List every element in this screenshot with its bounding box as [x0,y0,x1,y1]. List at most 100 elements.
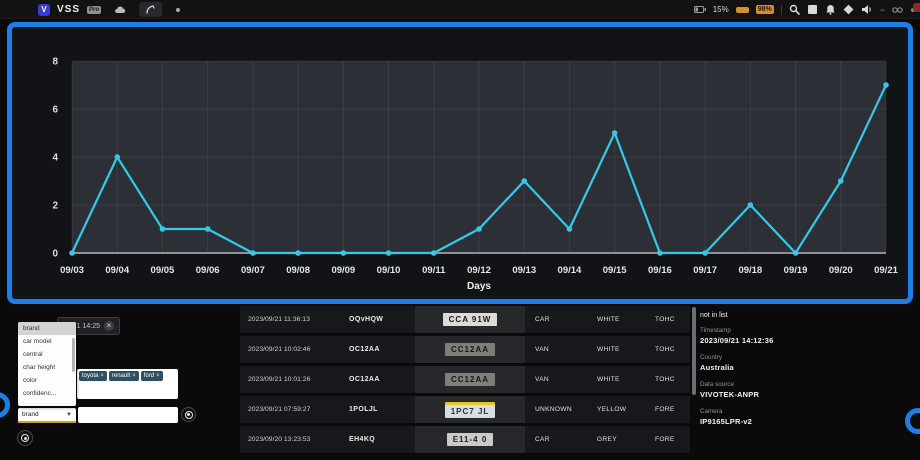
detail-value: Australia [700,363,900,372]
chart-highlight-frame: 0246809/0309/0409/0509/0609/0709/0809/09… [7,22,913,304]
layout-button[interactable] [807,4,818,15]
minimize-button[interactable]: − [880,5,885,15]
event-code: FORE [645,436,690,443]
add-filter-button[interactable] [181,407,196,422]
audio-button[interactable] [861,4,873,15]
cpu-usage-value: 15% [713,5,729,14]
table-row[interactable]: 2023/09/21 11:36:13OQvHQW CCA 91W CARWHITE… [240,306,690,333]
tag-label: ford [144,373,154,379]
brand-tag[interactable]: ford× [141,371,163,381]
tag-close-icon[interactable]: × [156,373,160,379]
brand-tag[interactable]: toyota× [79,371,107,381]
table-row[interactable]: 2023/09/20 13:23:53EH4KQE11-4 0CARGREYFO… [240,426,690,453]
table-row[interactable]: 2023/09/21 10:02:46OC12AACC12AAVANWHITET… [240,336,690,363]
dropdown-option[interactable]: confidenc... [18,387,76,400]
more-dot-button[interactable] [169,2,187,17]
grid-icon [807,4,818,15]
link-button[interactable] [892,6,903,14]
plate-id: OC12AA [335,346,415,353]
plate-thumbnail-cell[interactable]: E11-4 0 [415,426,525,453]
svg-text:6: 6 [52,105,58,116]
table-row[interactable]: 2023/09/21 10:01:26OC12AACC12AAVANWHITET… [240,366,690,393]
dot-icon [175,7,181,13]
plate-thumbnail-cell[interactable]: CCA 91W [415,306,525,333]
svg-text:09/19: 09/19 [784,265,808,276]
svg-text:09/11: 09/11 [422,265,446,276]
detail-value: VIVOTEK-ANPR [700,390,900,399]
detail-field: Data source VIVOTEK-ANPR [700,381,900,399]
svg-text:09/10: 09/10 [377,265,401,276]
vehicle-type: VAN [525,346,587,353]
plate-id: OQvHQW [335,316,415,323]
svg-text:4: 4 [52,153,58,164]
plate-thumbnail: CCA 91W [443,313,498,326]
tag-close-icon[interactable]: × [132,373,136,379]
record-indicator [913,3,920,12]
dropdown-option[interactable]: char height [18,361,76,374]
status-text: not in list [700,312,900,319]
brand-tag[interactable]: renault× [109,371,139,381]
add-condition-button[interactable] [17,430,33,446]
dropdown-option[interactable]: car model [18,335,76,348]
storage-bar-icon [736,7,749,13]
app-window: V VSS Pro 15% 98% [0,0,920,460]
svg-text:09/20: 09/20 [829,265,853,276]
attribute-dropdown-list[interactable]: brandcar modelcentralchar heightcolorcon… [18,322,76,406]
plate-thumbnail: CC12AA [445,343,495,356]
dropdown-option[interactable]: brand [18,322,76,335]
detail-field: Timestamp2023/09/21 14:12:36 [700,327,900,345]
svg-text:8: 8 [52,57,58,68]
brand-tags-box[interactable]: toyota×renault×ford× [77,369,178,399]
svg-text:09/08: 09/08 [286,265,310,276]
tag-close-icon[interactable]: × [100,373,104,379]
search-button[interactable] [789,4,800,15]
filter-value-input[interactable] [78,407,178,423]
svg-text:09/05: 09/05 [151,265,175,276]
detection-time: 2023/09/21 07:59:27 [240,406,335,413]
event-code: TOHC [645,346,690,353]
plate-id: EH4KQ [335,436,415,443]
bell-icon [825,4,836,15]
plate-thumbnail-cell[interactable]: CC12AA [415,336,525,363]
security-button[interactable] [843,4,854,15]
vehicle-type: CAR [525,316,587,323]
event-code: TOHC [645,376,690,383]
svg-text:2: 2 [52,201,58,212]
pro-badge: Pro [87,6,101,14]
detail-label: Data source [700,381,900,388]
attribute-select[interactable]: brand ▼ [18,408,76,423]
detections-line-chart[interactable]: 0246809/0309/0409/0509/0609/0709/0809/09… [12,27,908,302]
top-bar: V VSS Pro 15% 98% [0,0,920,19]
vss-logo-icon: V [38,4,50,16]
plate-thumbnail: E11-4 0 [447,433,494,446]
vehicle-color: WHITE [587,316,645,323]
event-code: TOHC [645,316,690,323]
table-row[interactable]: 2023/09/21 07:59:271POLJL1PC7 JLUNKNOWNY… [240,396,690,423]
detection-time: 2023/09/21 10:02:46 [240,346,335,353]
chip-close-icon[interactable]: × [104,321,114,331]
plate-thumbnail-cell[interactable]: 1PC7 JL [415,396,525,423]
table-scrollbar[interactable] [692,307,696,395]
target-icon [185,411,193,419]
dropdown-option[interactable]: central [18,348,76,361]
svg-text:09/21: 09/21 [874,265,898,276]
cloud-icon [114,6,126,14]
speaker-icon [861,4,873,15]
tool-button[interactable] [139,2,162,17]
cloud-button[interactable] [108,2,132,17]
svg-text:09/09: 09/09 [331,265,355,276]
notifications-button[interactable] [825,4,836,15]
dropdown-scrollbar[interactable] [72,338,75,372]
search-icon [789,4,800,15]
detection-time: 2023/09/21 11:36:13 [240,316,335,323]
vehicle-color: GREY [587,436,645,443]
attribute-select-value: brand [22,411,39,418]
detail-label: Country [700,354,900,361]
storage-usage-value: 98% [756,5,774,14]
plate-thumbnail-cell[interactable]: CC12AA [415,366,525,393]
shield-diamond-icon [843,4,854,15]
link-icon [892,6,903,14]
dropdown-option[interactable]: color [18,374,76,387]
svg-text:09/03: 09/03 [60,265,84,276]
svg-text:09/07: 09/07 [241,265,265,276]
